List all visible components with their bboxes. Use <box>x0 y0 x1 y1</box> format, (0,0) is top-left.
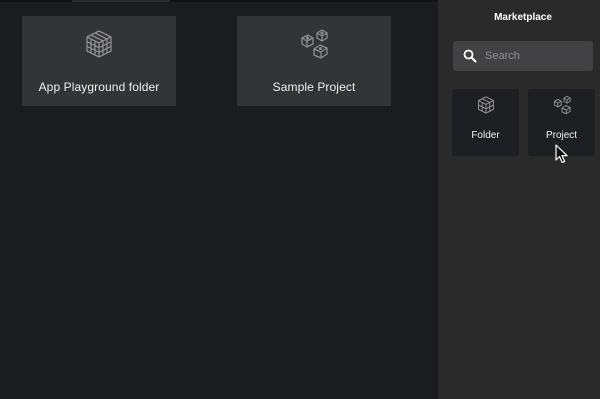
cube-icon <box>477 96 494 114</box>
search-input[interactable] <box>485 50 585 62</box>
mouse-pointer-icon <box>555 144 568 164</box>
search-box[interactable] <box>453 41 593 71</box>
marketplace-item-label: Folder <box>471 130 500 141</box>
workspace-canvas: App Playground folder Sample Project <box>0 2 438 399</box>
marketplace-item-label: Project <box>545 130 578 141</box>
tile-label: Sample Project <box>272 80 356 94</box>
marketplace-title: Marketplace <box>494 12 552 23</box>
cube-icon <box>86 30 112 58</box>
sample-project-tile[interactable]: Sample Project <box>237 16 391 106</box>
search-icon <box>463 49 477 63</box>
dice-icon <box>553 95 571 115</box>
dice-icon <box>301 29 328 59</box>
marketplace-panel: Marketplace Folder Project <box>438 0 600 399</box>
app-playground-folder-tile[interactable]: App Playground folder <box>22 16 176 106</box>
tile-label: App Playground folder <box>38 80 160 94</box>
marketplace-item-folder[interactable]: Folder <box>452 89 519 156</box>
